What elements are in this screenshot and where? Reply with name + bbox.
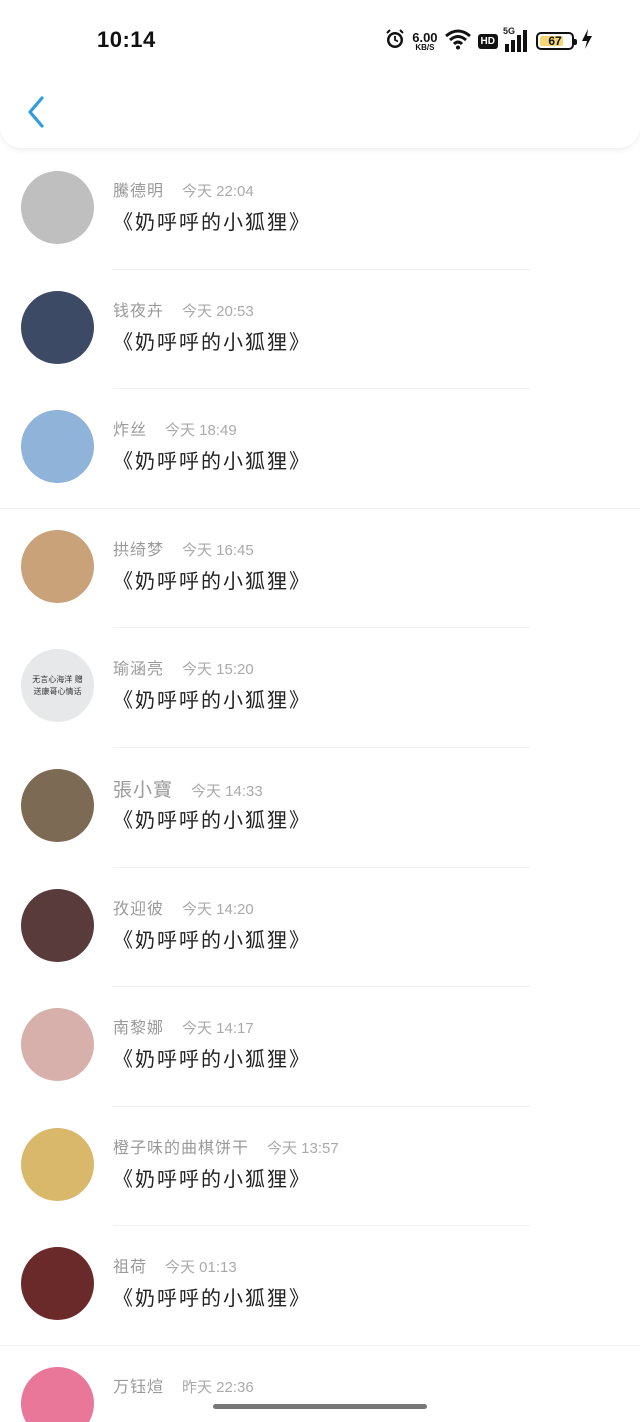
comment-list: 騰德明 今天 22:04 《奶呼呼的小狐狸》 钱夜卉 今天 20:53 《奶呼呼… [0,150,640,1422]
comment-item[interactable]: 钱夜卉 今天 20:53 《奶呼呼的小狐狸》 [0,270,640,390]
comment-item[interactable]: 騰德明 今天 22:04 《奶呼呼的小狐狸》 [0,150,640,270]
comment-meta: 拱绮梦 今天 16:45 [113,536,254,560]
comment-text: 《奶呼呼的小狐狸》 [113,927,311,952]
comment-item[interactable]: 无言心海洋 赠送康哥心情话 瑜涵亮 今天 15:20 《奶呼呼的小狐狸》 [0,628,640,748]
battery-level: 67 [548,34,562,48]
avatar[interactable] [21,529,94,603]
comment-text: 《奶呼呼的小狐狸》 [113,568,311,593]
status-bar: 10:14 6.00 KB/S HD 5G 67 [0,0,640,80]
network-speed: 6.00 KB/S [412,31,437,52]
commenter-name[interactable]: 騰德明 [113,177,164,201]
avatar[interactable] [21,888,94,962]
wifi-icon [444,28,472,54]
comment-meta: 橙子味的曲棋饼干 今天 13:57 [113,1134,339,1158]
cellular-signal-icon: 5G [503,26,530,52]
network-speed-value: 6.00 [412,29,438,45]
comment-meta: 炸丝 今天 18:49 [113,416,237,440]
avatar[interactable]: 无言心海洋 赠送康哥心情话 [21,649,94,723]
comment-item[interactable]: 拱绮梦 今天 16:45 《奶呼呼的小狐狸》 [0,509,640,629]
comment-text: 《奶呼呼的小狐狸》 [113,1166,311,1191]
comment-time: 今天 13:57 [267,1139,339,1157]
commenter-name[interactable]: 張小寶 [113,775,173,802]
comment-meta: 钱夜卉 今天 20:53 [113,297,254,321]
charging-icon [580,28,594,54]
comment-time: 今天 14:20 [182,900,254,918]
commenter-name[interactable]: 炸丝 [113,416,147,440]
comment-time: 今天 14:17 [182,1020,254,1038]
comment-meta: 万钰煊 昨天 22:36 [113,1373,254,1397]
avatar[interactable] [21,1247,94,1321]
comment-text: 《奶呼呼的小狐狸》 [113,449,311,474]
comment-time: 今天 14:33 [191,782,263,800]
comment-item[interactable]: 南黎娜 今天 14:17 《奶呼呼的小狐狸》 [0,987,640,1107]
comment-text: 《奶呼呼的小狐狸》 [113,688,311,713]
commenter-name[interactable]: 孜迎彼 [113,895,164,919]
comment-meta: 南黎娜 今天 14:17 [113,1014,254,1038]
comment-time: 今天 20:53 [182,302,254,320]
battery-icon: 67 [536,32,577,50]
comment-meta: 瑜涵亮 今天 15:20 [113,655,254,679]
comment-time: 今天 16:45 [182,541,254,559]
back-button[interactable] [20,92,54,132]
chevron-left-icon [28,96,44,128]
comment-meta: 祖荷 今天 01:13 [113,1253,237,1277]
comment-text: 《奶呼呼的小狐狸》 [113,1047,311,1072]
comment-item[interactable]: 張小寶 今天 14:33 《奶呼呼的小狐狸》 [0,748,640,868]
comment-meta: 孜迎彼 今天 14:20 [113,895,254,919]
avatar-caption: 无言心海洋 赠送康哥心情话 [32,674,83,696]
comment-time: 昨天 22:36 [182,1378,254,1396]
comment-meta: 張小寶 今天 14:33 [113,775,263,802]
avatar[interactable] [21,768,94,842]
commenter-name[interactable]: 拱绮梦 [113,536,164,560]
comment-item[interactable]: 万钰煊 昨天 22:36 [0,1346,640,1422]
avatar[interactable] [21,171,94,244]
comment-item[interactable]: 祖荷 今天 01:13 《奶呼呼的小狐狸》 [0,1226,640,1346]
comment-text: 《奶呼呼的小狐狸》 [113,1286,311,1311]
status-icons: 6.00 KB/S HD 5G 67 [384,26,594,56]
commenter-name[interactable]: 南黎娜 [113,1014,164,1038]
avatar[interactable] [21,1366,94,1422]
commenter-name[interactable]: 橙子味的曲棋饼干 [113,1134,249,1158]
header: 10:14 6.00 KB/S HD 5G 67 [0,0,640,148]
comment-text: 《奶呼呼的小狐狸》 [113,210,311,234]
avatar[interactable] [21,290,94,364]
comment-text: 《奶呼呼的小狐狸》 [113,329,311,354]
comment-item[interactable]: 橙子味的曲棋饼干 今天 13:57 《奶呼呼的小狐狸》 [0,1107,640,1227]
comment-time: 今天 22:04 [182,183,254,200]
avatar[interactable] [21,1008,94,1082]
network-speed-unit: KB/S [415,42,435,52]
commenter-name[interactable]: 万钰煊 [113,1373,164,1397]
commenter-name[interactable]: 钱夜卉 [113,297,164,321]
comment-time: 今天 15:20 [182,661,254,679]
avatar[interactable] [21,410,94,484]
alarm-icon [384,28,406,54]
status-time: 10:14 [97,27,156,52]
comment-time: 今天 18:49 [165,422,237,440]
comment-time: 今天 01:13 [165,1259,237,1277]
hd-badge: HD [477,33,498,49]
commenter-name[interactable]: 瑜涵亮 [113,655,164,679]
home-indicator[interactable] [213,1404,427,1409]
commenter-name[interactable]: 祖荷 [113,1253,147,1277]
comment-meta: 騰德明 今天 22:04 [113,177,254,201]
network-type: 5G [503,26,516,36]
comment-text: 《奶呼呼的小狐狸》 [113,807,311,832]
comment-item[interactable]: 孜迎彼 今天 14:20 《奶呼呼的小狐狸》 [0,868,640,988]
avatar[interactable] [21,1127,94,1201]
comment-item[interactable]: 炸丝 今天 18:49 《奶呼呼的小狐狸》 [0,389,640,509]
